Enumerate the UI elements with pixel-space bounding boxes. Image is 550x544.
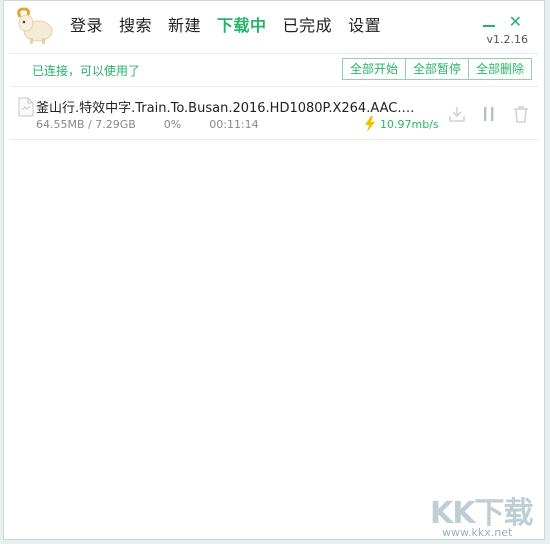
speed-value: 10.97mb/s [380, 117, 439, 131]
file-size: 64.55MB / 7.29GB [36, 118, 136, 131]
progress-percent: 0% [163, 118, 182, 131]
bulk-action-buttons: 全部开始 全部暂停 全部删除 [341, 58, 532, 80]
app-window: 登录 搜索 新建 下载中 已完成 设置 ✕ v1.2.16 已连接，可以使用了 … [3, 0, 545, 540]
version-label: v1.2.16 [486, 33, 529, 46]
nav-downloading[interactable]: 下载中 [217, 15, 267, 37]
minimize-icon[interactable] [482, 13, 495, 31]
nav-settings[interactable]: 设置 [348, 15, 381, 37]
download-item[interactable]: 釜山行.特效中字.Train.To.Busan.2016.HD1080P.X26… [10, 87, 538, 140]
nav-completed[interactable]: 已完成 [283, 15, 333, 37]
watermark-url: www.kkx.net [442, 526, 513, 539]
nav-new[interactable]: 新建 [168, 15, 201, 37]
window-controls: ✕ [482, 13, 522, 31]
watermark: KK下载 www.kkx.net [430, 488, 548, 542]
download-speed: 10.97mb/s [364, 116, 439, 132]
nav-login[interactable]: 登录 [70, 15, 103, 37]
elapsed-time: 00:11:14 [209, 118, 259, 131]
header: 登录 搜索 新建 下载中 已完成 设置 ✕ v1.2.16 [4, 1, 544, 51]
file-icon [18, 97, 34, 117]
download-meta: 64.55MB / 7.29GB 0% 00:11:14 [36, 118, 287, 131]
sheep-logo-icon [17, 7, 53, 44]
lightning-icon [365, 116, 375, 132]
connection-status: 已连接，可以使用了 [32, 64, 141, 78]
download-icon[interactable] [448, 105, 466, 123]
pause-icon[interactable] [480, 105, 498, 123]
toolbar: 已连接，可以使用了 全部开始 全部暂停 全部删除 [10, 53, 538, 87]
item-actions [448, 105, 530, 123]
delete-icon[interactable] [512, 105, 530, 123]
start-all-button[interactable]: 全部开始 [341, 58, 406, 80]
main-nav: 登录 搜索 新建 下载中 已完成 设置 [70, 15, 397, 37]
file-name: 釜山行.特效中字.Train.To.Busan.2016.HD1080P.X26… [36, 101, 416, 116]
delete-all-button[interactable]: 全部删除 [467, 58, 532, 80]
close-icon[interactable]: ✕ [509, 13, 522, 31]
pause-all-button[interactable]: 全部暂停 [404, 58, 469, 80]
nav-search[interactable]: 搜索 [119, 15, 152, 37]
